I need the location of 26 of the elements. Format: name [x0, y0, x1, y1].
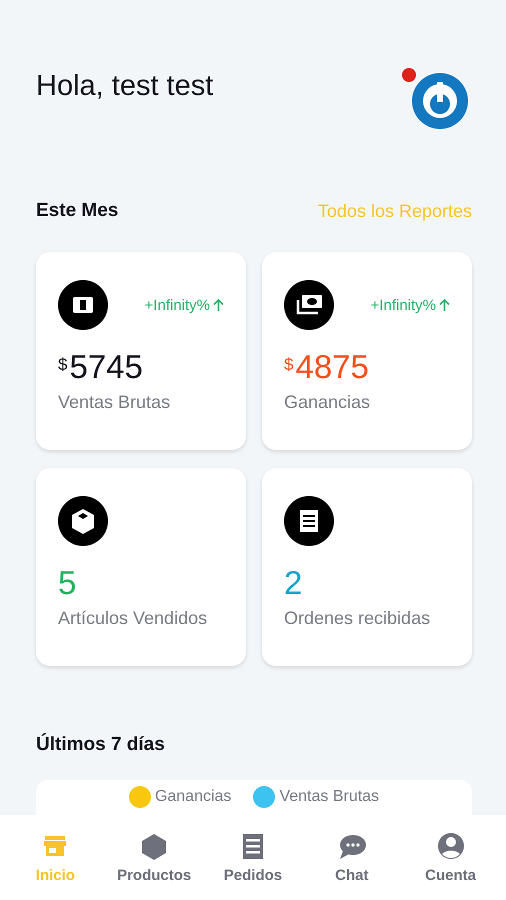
- stat-label: Ordenes recibidas: [284, 608, 432, 629]
- arrow-up-icon: [439, 299, 450, 311]
- stat-value: 5: [58, 564, 78, 602]
- section-title: Este Mes: [36, 200, 118, 222]
- account-icon: [436, 831, 466, 861]
- stat-label: Artículos Vendidos: [58, 608, 208, 629]
- arrow-up-icon: [213, 299, 224, 311]
- money-icon: [284, 280, 334, 330]
- stat-label: Ventas Brutas: [58, 392, 172, 413]
- stat-value: $^{$}$5745: [58, 348, 144, 386]
- nav-tab[interactable]: Cuenta: [402, 827, 499, 888]
- cash-icon: [58, 280, 108, 330]
- box-icon: [58, 496, 108, 546]
- trend-percent: +Infinity%: [370, 296, 436, 314]
- nav-tab[interactable]: Pedidos: [204, 827, 301, 888]
- stat-value: $^{$}$4875: [284, 348, 370, 386]
- section-title: Últimos 7 días: [36, 734, 165, 756]
- stat-label: Ganancias: [284, 392, 372, 413]
- greeting-heading: Hola, test test: [36, 70, 214, 103]
- legend-label: Ganancias: [154, 788, 232, 806]
- trend-percent: +Infinity%: [144, 296, 210, 314]
- legend-label: Ventas Brutas: [279, 788, 380, 806]
- receipt-icon: [284, 496, 334, 546]
- nav-tab[interactable]: Chat: [304, 827, 400, 888]
- stat-value: 2: [284, 564, 304, 602]
- nav-tab[interactable]: Productos: [106, 827, 202, 888]
